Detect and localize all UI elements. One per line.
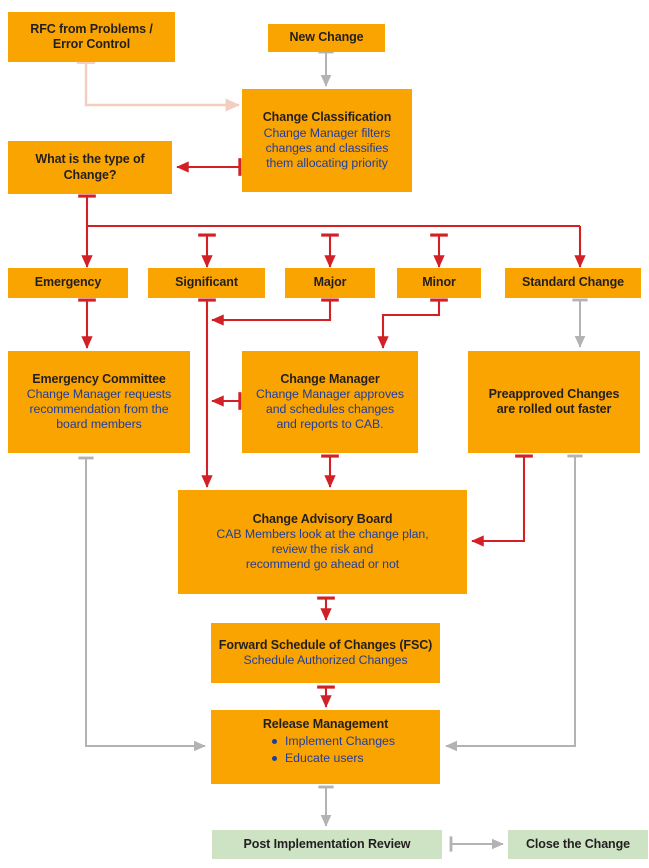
node-type-question[interactable]: What is the type of Change? xyxy=(8,141,172,194)
node-significant-label: Significant xyxy=(175,275,238,290)
node-emergency[interactable]: Emergency xyxy=(8,268,128,298)
node-change-advisory-board-subtitle: CAB Members look at the change plan, rev… xyxy=(216,527,429,572)
flowchart-canvas: RFC from Problems / Error Control New Ch… xyxy=(0,0,649,868)
node-emergency-committee-title: Emergency Committee xyxy=(32,371,166,386)
node-fsc-subtitle: Schedule Authorized Changes xyxy=(243,653,408,668)
node-change-manager-title: Change Manager xyxy=(280,371,380,386)
node-forward-schedule-of-changes[interactable]: Forward Schedule of Changes (FSC) Schedu… xyxy=(211,623,440,683)
node-change-manager-subtitle: Change Manager approves and schedules ch… xyxy=(256,387,404,432)
release-management-bullet-implement-changes: Implement Changes xyxy=(271,733,395,750)
node-major-label: Major xyxy=(313,275,347,290)
edge-major-to-significant xyxy=(211,298,339,326)
node-minor-label: Minor xyxy=(422,275,456,290)
node-release-management[interactable]: Release Management Implement Changes Edu… xyxy=(211,710,440,784)
node-significant[interactable]: Significant xyxy=(148,268,265,298)
release-management-bullet-educate-users: Educate users xyxy=(271,750,395,767)
node-change-manager[interactable]: Change Manager Change Manager approves a… xyxy=(242,351,418,453)
node-change-classification[interactable]: Change Classification Change Manager fil… xyxy=(242,89,412,192)
node-new-change-title: New Change xyxy=(289,30,364,45)
node-post-implementation-review-label: Post Implementation Review xyxy=(243,836,411,851)
node-minor[interactable]: Minor xyxy=(397,268,481,298)
node-emergency-label: Emergency xyxy=(34,275,102,290)
node-release-management-title: Release Management xyxy=(262,717,389,731)
node-change-advisory-board[interactable]: Change Advisory Board CAB Members look a… xyxy=(178,490,467,594)
node-fsc-title: Forward Schedule of Changes (FSC) xyxy=(218,637,433,652)
node-close-the-change-label: Close the Change xyxy=(526,836,630,851)
node-change-advisory-board-title: Change Advisory Board xyxy=(252,511,393,526)
node-type-question-title: What is the type of Change? xyxy=(35,152,145,182)
node-change-classification-title: Change Classification xyxy=(262,110,392,125)
node-new-change[interactable]: New Change xyxy=(268,24,385,52)
node-post-implementation-review[interactable]: Post Implementation Review xyxy=(212,830,442,859)
release-management-bullet-list: Implement Changes Educate users xyxy=(256,733,395,766)
node-rfc[interactable]: RFC from Problems / Error Control xyxy=(8,12,175,62)
node-preapproved-changes[interactable]: Preapproved Changes are rolled out faste… xyxy=(468,351,640,453)
node-rfc-title: RFC from Problems / Error Control xyxy=(30,21,153,51)
node-close-the-change[interactable]: Close the Change xyxy=(508,830,648,859)
edge-preapproved-to-cab xyxy=(471,454,533,547)
edge-minor-to-changemanager xyxy=(377,298,448,349)
node-major[interactable]: Major xyxy=(285,268,375,298)
node-standard-change[interactable]: Standard Change xyxy=(505,268,641,298)
node-preapproved-changes-label: Preapproved Changes are rolled out faste… xyxy=(488,386,620,416)
node-emergency-committee-subtitle: Change Manager requests recommendation f… xyxy=(26,387,172,432)
node-emergency-committee[interactable]: Emergency Committee Change Manager reque… xyxy=(8,351,190,453)
node-change-classification-subtitle: Change Manager filters changes and class… xyxy=(263,125,391,170)
node-standard-change-label: Standard Change xyxy=(522,275,624,290)
edge-rfc-to-classification xyxy=(76,60,240,112)
